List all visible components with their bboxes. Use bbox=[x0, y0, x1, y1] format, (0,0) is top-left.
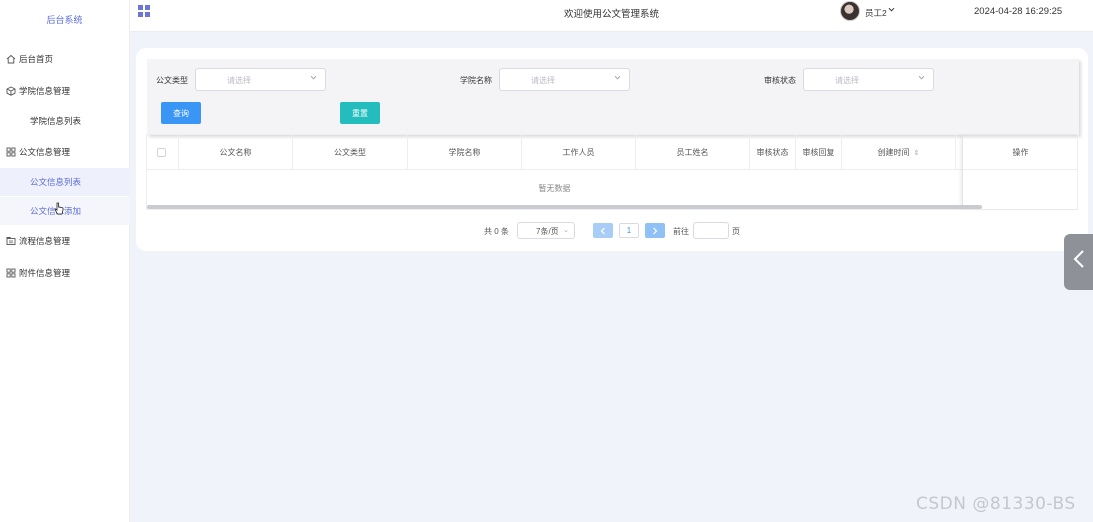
brand-title: 后台系统 bbox=[46, 15, 83, 25]
total-count: 共 0 条 bbox=[484, 227, 509, 236]
page-unit-label: 页 bbox=[732, 227, 740, 236]
main-card: 公文类型 请选择 学院名称 请选择 审核状态 请选择 查询 重置 公文名称 公文… bbox=[136, 48, 1088, 251]
select-placeholder: 请选择 bbox=[835, 76, 859, 85]
column-header: 学院名称 bbox=[408, 135, 522, 170]
collapse-handle[interactable] bbox=[1064, 234, 1093, 290]
top-bar: 欢迎使用公文管理系统 员工2 2024-04-28 16:29:25 bbox=[130, 0, 1093, 32]
sidebar-item-label: 附件信息管理 bbox=[19, 268, 71, 278]
grid-icon bbox=[6, 147, 16, 157]
page-number-button[interactable]: 1 bbox=[619, 223, 639, 238]
hand-cursor-icon bbox=[54, 202, 64, 216]
chevron-down-icon bbox=[918, 74, 925, 83]
select-placeholder: 请选择 bbox=[227, 76, 251, 85]
chevron-down-icon: ⌄ bbox=[563, 227, 569, 234]
page-size-value: 7条/页 bbox=[536, 227, 559, 236]
column-header: 工作人员 bbox=[522, 135, 636, 170]
sidebar-item-document-add[interactable]: 公文信息添加 bbox=[0, 197, 130, 225]
sidebar-item-college-list[interactable]: 学院信息列表 bbox=[0, 107, 130, 135]
page-size-select[interactable]: 7条/页 ⌄ bbox=[517, 222, 575, 239]
grid-icon bbox=[6, 268, 16, 278]
page-title: 欢迎使用公文管理系统 bbox=[563, 9, 659, 20]
user-name[interactable]: 员工2 bbox=[865, 7, 887, 19]
review-status-select[interactable]: 请选择 bbox=[803, 68, 934, 91]
sidebar-item-attachment-management[interactable]: 附件信息管理 bbox=[0, 259, 130, 287]
review-status-label: 审核状态 bbox=[764, 76, 796, 85]
goto-label: 前往 bbox=[673, 227, 689, 236]
sidebar-item-document-list[interactable]: 公文信息列表 bbox=[0, 168, 130, 196]
sidebar-item-label: 后台首页 bbox=[19, 54, 54, 64]
column-header: 操作 bbox=[963, 135, 1078, 170]
sidebar-item-college-management[interactable]: 学院信息管理 bbox=[0, 77, 130, 105]
chevron-left-icon bbox=[1073, 249, 1085, 275]
folder-icon bbox=[6, 236, 16, 246]
pagination: 共 0 条 7条/页 ⌄ 1 前往 页 bbox=[136, 222, 1088, 240]
select-placeholder: 请选择 bbox=[531, 76, 555, 85]
next-page-button[interactable] bbox=[645, 223, 665, 238]
cube-icon bbox=[6, 86, 16, 96]
sidebar-item-label: 学院信息管理 bbox=[19, 86, 71, 96]
horizontal-scrollbar[interactable] bbox=[147, 205, 982, 209]
document-type-select[interactable]: 请选择 bbox=[195, 68, 326, 91]
column-header: 公文类型 bbox=[293, 135, 408, 170]
sidebar-item-home[interactable]: 后台首页 bbox=[0, 45, 130, 73]
chevron-down-icon bbox=[310, 74, 317, 83]
sidebar-item-label: 流程信息管理 bbox=[19, 236, 71, 246]
sidebar-item-workflow-management[interactable]: 流程信息管理 bbox=[0, 227, 130, 255]
prev-page-button[interactable] bbox=[593, 223, 613, 238]
query-button[interactable]: 查询 bbox=[161, 102, 201, 124]
sidebar-item-label: 公文信息列表 bbox=[30, 177, 82, 187]
select-all-cell bbox=[147, 135, 179, 170]
watermark: CSDN @81330-BS bbox=[916, 494, 1076, 514]
data-table: 公文名称 公文类型 学院名称 工作人员 员工姓名 审核状态 审核回复 创建时间 ⇕… bbox=[146, 134, 1078, 210]
goto-page-input[interactable] bbox=[693, 222, 729, 239]
college-name-label: 学院名称 bbox=[460, 76, 492, 85]
column-header: 员工姓名 bbox=[636, 135, 750, 170]
sort-icon[interactable]: ⇕ bbox=[914, 150, 920, 157]
sidebar-item-label: 公文信息管理 bbox=[19, 147, 71, 157]
table-header: 公文名称 公文类型 学院名称 工作人员 员工姓名 审核状态 审核回复 创建时间 ⇕ bbox=[147, 135, 1077, 170]
home-icon bbox=[6, 54, 16, 64]
column-header: 创建时间 bbox=[877, 148, 910, 157]
chevron-down-icon bbox=[614, 74, 621, 83]
empty-state: 暂无数据 bbox=[538, 184, 571, 193]
column-header-sortable[interactable]: 创建时间 ⇕ bbox=[842, 135, 956, 170]
column-header: 审核回复 bbox=[796, 135, 842, 170]
column-header: 审核状态 bbox=[750, 135, 796, 170]
college-name-select[interactable]: 请选择 bbox=[499, 68, 630, 91]
reset-button[interactable]: 重置 bbox=[340, 102, 380, 124]
search-panel: 公文类型 请选择 学院名称 请选择 审核状态 请选择 查询 重置 bbox=[147, 59, 1079, 135]
sidebar-item-document-management[interactable]: 公文信息管理 bbox=[0, 138, 130, 166]
datetime: 2024-04-28 16:29:25 bbox=[974, 6, 1063, 17]
chevron-down-icon[interactable] bbox=[888, 6, 895, 15]
sidebar-item-label: 学院信息列表 bbox=[30, 116, 82, 126]
avatar[interactable] bbox=[840, 1, 860, 21]
column-header: 公文名称 bbox=[179, 135, 293, 170]
sidebar: 后台系统 后台首页 学院信息管理 学院信息列表 公文信息管理 公文信息列表 公文… bbox=[0, 0, 130, 522]
select-all-checkbox[interactable] bbox=[157, 148, 166, 157]
fixed-action-column: 操作 bbox=[962, 135, 1078, 209]
document-type-label: 公文类型 bbox=[156, 76, 188, 85]
